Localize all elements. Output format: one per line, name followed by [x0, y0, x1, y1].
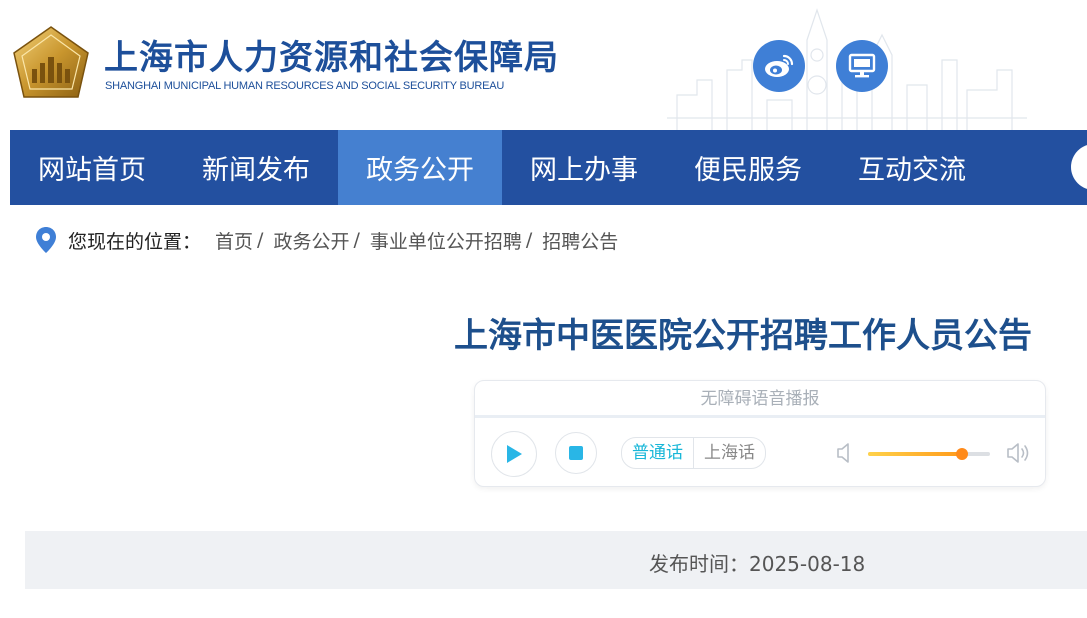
location-pin-icon — [36, 227, 56, 253]
accessibility-audio-player: 无障碍语音播报 普通话 上海话 — [474, 380, 1046, 487]
stop-button[interactable] — [555, 432, 597, 474]
volume-low-icon[interactable] — [835, 441, 855, 465]
article-title: 上海市中医医院公开招聘工作人员公告 — [454, 316, 1032, 356]
nav-search-box[interactable] — [1071, 144, 1087, 190]
nav-news[interactable]: 新闻发布 — [174, 130, 338, 205]
breadcrumb-public-recruitment[interactable]: 事业单位公开招聘 — [370, 227, 522, 254]
breadcrumb-separator: / — [525, 229, 533, 251]
desktop-version-button[interactable] — [836, 40, 888, 92]
stop-icon — [569, 446, 583, 460]
breadcrumb-recruitment-notice[interactable]: 招聘公告 — [542, 227, 618, 254]
main-nav: 网站首页 新闻发布 政务公开 网上办事 便民服务 互动交流 — [10, 130, 1087, 205]
nav-online-services[interactable]: 网上办事 — [502, 130, 666, 205]
site-title-english: SHANGHAI MUNICIPAL HUMAN RESOURCES AND S… — [105, 80, 505, 92]
bureau-emblem-logo[interactable] — [10, 25, 92, 101]
volume-high-icon[interactable] — [1005, 440, 1033, 466]
desktop-icon — [848, 53, 876, 78]
breadcrumb: 您现在的位置： 首页 / 政务公开 / 事业单位公开招聘 / 招聘公告 — [34, 226, 618, 254]
publish-time-label: 发布时间： — [649, 552, 749, 576]
weibo-icon — [765, 54, 794, 77]
nav-public-services[interactable]: 便民服务 — [666, 130, 830, 205]
language-shanghainese[interactable]: 上海话 — [694, 438, 765, 468]
weibo-button[interactable] — [753, 40, 805, 92]
language-mandarin[interactable]: 普通话 — [622, 438, 694, 468]
breadcrumb-separator: / — [353, 229, 360, 251]
publish-time: 发布时间：2025-08-18 — [649, 548, 865, 577]
publish-date: 2025-08-18 — [749, 552, 866, 576]
breadcrumb-label: 您现在的位置： — [68, 230, 202, 253]
volume-slider-handle[interactable] — [955, 448, 968, 460]
play-icon — [507, 445, 522, 463]
volume-slider-fill — [868, 452, 962, 456]
nav-home[interactable]: 网站首页 — [10, 130, 174, 205]
breadcrumb-government-affairs[interactable]: 政务公开 — [273, 227, 349, 254]
nav-interaction[interactable]: 互动交流 — [830, 130, 994, 205]
breadcrumb-separator: / — [257, 229, 264, 251]
site-header: 上海市人力资源和社会保障局 SHANGHAI MUNICIPAL HUMAN R… — [0, 0, 1087, 130]
play-button[interactable] — [491, 431, 537, 477]
volume-slider[interactable] — [868, 448, 990, 460]
audio-player-title: 无障碍语音播报 — [475, 381, 1045, 418]
nav-government-affairs[interactable]: 政务公开 — [338, 130, 502, 205]
site-title[interactable]: 上海市人力资源和社会保障局 — [104, 30, 559, 79]
breadcrumb-home[interactable]: 首页 — [215, 227, 253, 254]
publish-info-bar: 发布时间：2025-08-18 — [25, 531, 1087, 589]
language-switch: 普通话 上海话 — [621, 437, 766, 469]
